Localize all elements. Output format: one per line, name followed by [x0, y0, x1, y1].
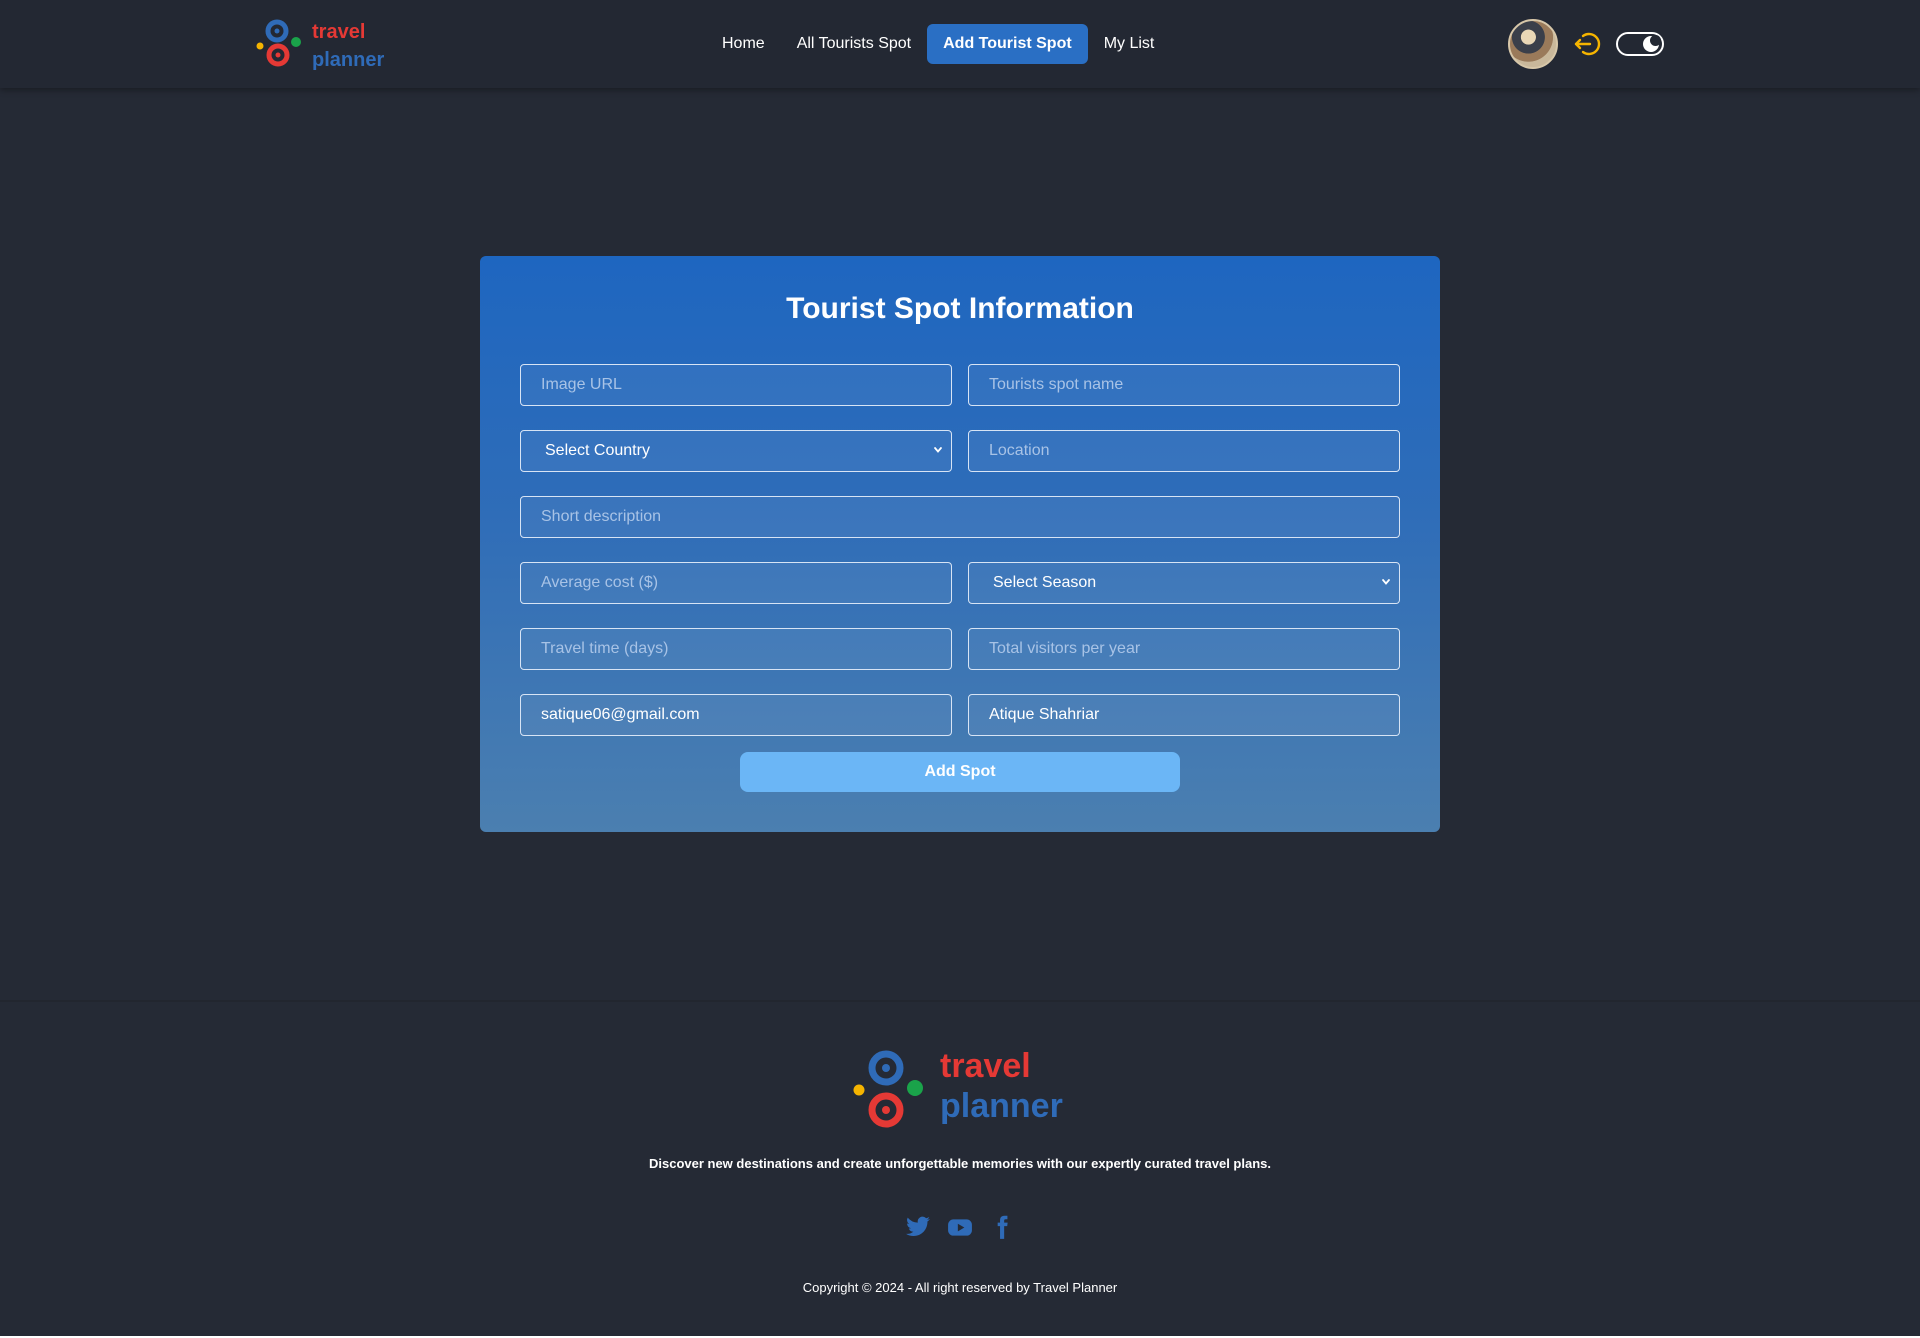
nav-my-list[interactable]: My List [1088, 24, 1171, 64]
header-actions [1508, 18, 1664, 70]
chevron-down-icon [934, 447, 942, 453]
brand-text: travel planner [312, 18, 384, 74]
travel-planner-logo-icon [256, 19, 301, 67]
footer-brand-text: travel planner [940, 1046, 1063, 1126]
nav-add-tourist-spot[interactable]: Add Tourist Spot [927, 24, 1088, 64]
user-avatar[interactable] [1508, 19, 1558, 69]
logout-icon[interactable] [1572, 29, 1602, 59]
page: travel planner Home All Tourists Spot Ad… [0, 0, 1920, 1338]
travel-planner-logo-icon [853, 1050, 923, 1128]
add-spot-form-card: Tourist Spot Information Select Country … [480, 256, 1440, 832]
form-title: Tourist Spot Information [786, 292, 1134, 325]
chevron-down-icon [1382, 579, 1390, 585]
nav-home[interactable]: Home [706, 24, 781, 64]
country-select[interactable]: Select Country [520, 430, 952, 472]
spot-name-input[interactable] [968, 364, 1400, 406]
social-links [905, 1214, 1015, 1240]
total-visitors-input[interactable] [968, 628, 1400, 670]
brand-line1: travel [312, 21, 366, 43]
nav-all-tourists-spot[interactable]: All Tourists Spot [781, 24, 927, 64]
facebook-icon[interactable] [989, 1214, 1015, 1240]
copyright-text: Copyright © 2024 - All right reserved by… [802, 1280, 1118, 1295]
image-url-input[interactable] [520, 364, 952, 406]
user-email-input[interactable] [520, 694, 952, 736]
footer: travel planner Discover new destinations… [0, 1000, 1920, 1338]
moon-icon [1650, 35, 1661, 46]
location-input[interactable] [968, 430, 1400, 472]
brand-line2: planner [312, 49, 385, 71]
short-description-input[interactable] [520, 496, 1400, 538]
theme-toggle[interactable] [1616, 32, 1664, 56]
footer-brand-line1: travel [940, 1047, 1031, 1085]
country-select-value: Select Country [545, 442, 650, 459]
user-name-input[interactable] [968, 694, 1400, 736]
twitter-icon[interactable] [905, 1214, 931, 1240]
footer-tagline: Discover new destinations and create unf… [648, 1156, 1271, 1171]
travel-time-input[interactable] [520, 628, 952, 670]
average-cost-input[interactable] [520, 562, 952, 604]
footer-brand: travel planner [852, 1046, 1072, 1136]
navbar: travel planner Home All Tourists Spot Ad… [0, 0, 1920, 88]
main-nav: Home All Tourists Spot Add Tourist Spot … [706, 23, 1170, 65]
season-select-value: Select Season [993, 574, 1097, 591]
add-spot-button[interactable]: Add Spot [740, 752, 1180, 792]
footer-brand-line2: planner [940, 1087, 1063, 1125]
season-select[interactable]: Select Season [968, 562, 1400, 604]
youtube-icon[interactable] [947, 1214, 973, 1240]
brand-logo[interactable]: travel planner [256, 18, 396, 72]
